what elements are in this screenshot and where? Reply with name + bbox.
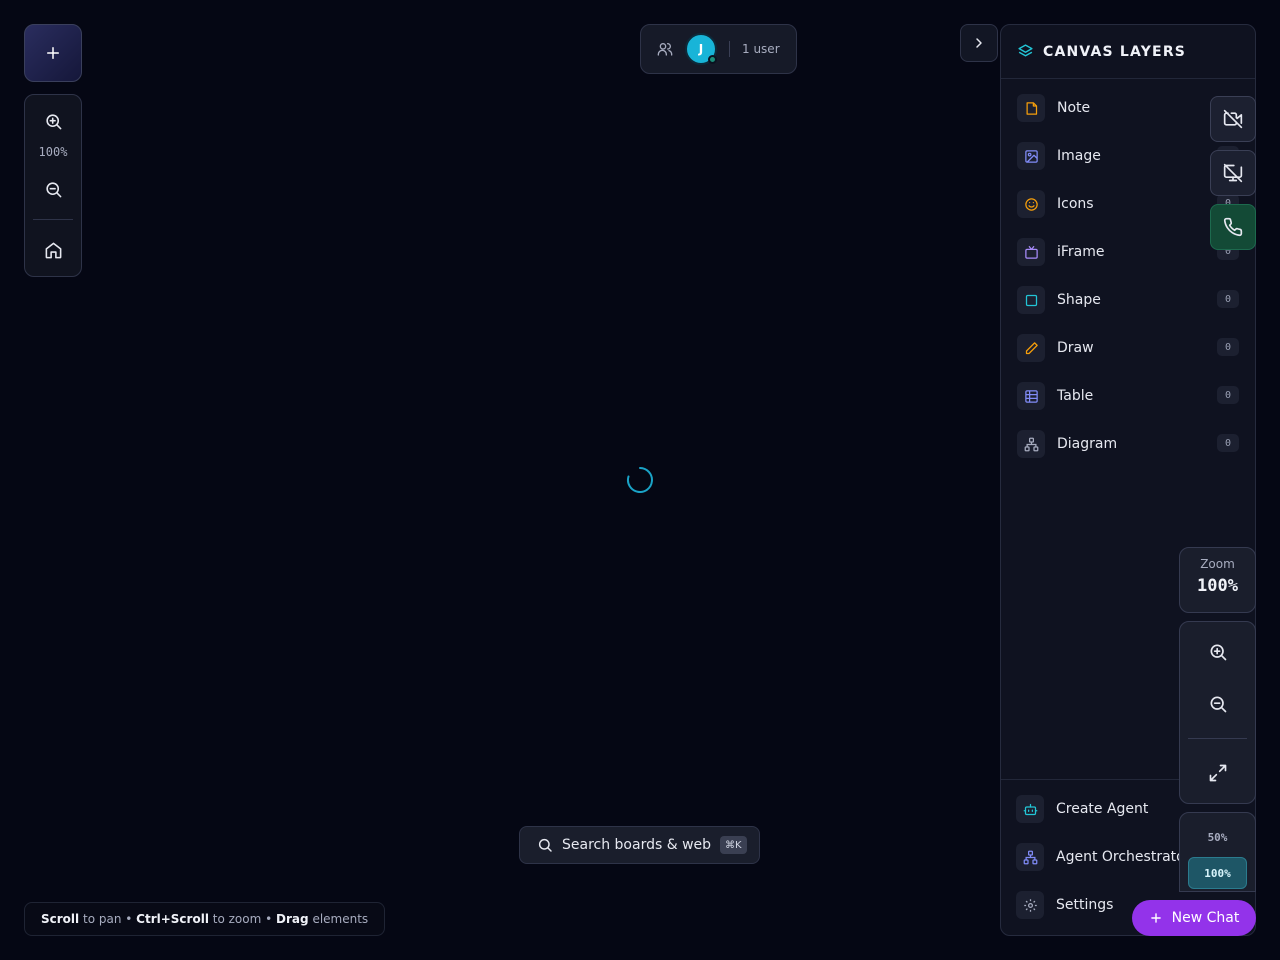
bot-icon	[1016, 795, 1044, 823]
toolbar-divider	[33, 219, 73, 220]
call-button[interactable]	[1210, 204, 1256, 250]
zoom-divider	[1188, 738, 1247, 739]
plus-icon	[47, 47, 59, 59]
presence-divider	[729, 41, 730, 57]
home-icon	[45, 242, 61, 258]
zoom-in-icon	[1210, 644, 1226, 661]
zoom-out-button[interactable]	[25, 169, 81, 209]
zoom-in-icon	[45, 113, 61, 129]
zoom-value: 100%	[1197, 576, 1238, 596]
zoom-readout: Zoom 100%	[1179, 547, 1256, 613]
online-status-dot	[708, 55, 717, 64]
panel-title: CANVAS LAYERS	[1043, 43, 1187, 60]
layer-diagram[interactable]: Diagram 0	[1017, 426, 1239, 462]
layer-label: Diagram	[1057, 436, 1118, 452]
layer-table[interactable]: Table 0	[1017, 378, 1239, 414]
layer-image[interactable]: Image 0	[1017, 138, 1239, 174]
search-icon	[538, 838, 552, 852]
diagram-icon	[1017, 430, 1045, 458]
chevron-right-icon	[976, 38, 982, 48]
search-shortcut: ⌘K	[720, 836, 747, 854]
pencil-icon	[1017, 334, 1045, 362]
canvas-hint: Scroll to pan • Ctrl+Scroll to zoom • Dr…	[24, 902, 385, 936]
zoom-label: Zoom	[1200, 557, 1235, 571]
layer-label: Table	[1057, 388, 1094, 404]
panel-header: CANVAS LAYERS	[1001, 25, 1255, 79]
search-boards-button[interactable]: Search boards & web ⌘K	[519, 826, 760, 864]
square-icon	[1017, 286, 1045, 314]
zoom-out-icon	[45, 181, 61, 197]
hint-drag-desc: elements	[312, 912, 369, 926]
image-icon	[1017, 142, 1045, 170]
zoom-preset-100[interactable]: 100%	[1188, 857, 1247, 889]
layer-iframe[interactable]: iFrame 0	[1017, 234, 1239, 270]
settings-label: Settings	[1056, 897, 1114, 913]
zoom-preset-50[interactable]: 50%	[1188, 821, 1247, 853]
zoom-controls	[1179, 621, 1256, 804]
layer-label: Image	[1057, 148, 1101, 164]
avatar-initial: J	[698, 42, 704, 56]
home-button[interactable]	[25, 230, 81, 270]
agent-orchestrator-button[interactable]: Agent Orchestrator	[1016, 843, 1190, 871]
phone-icon	[1223, 217, 1243, 237]
zoom-in-button[interactable]	[1180, 632, 1255, 672]
tv-icon	[1017, 238, 1045, 266]
hint-separator: •	[265, 912, 273, 926]
layer-count: 0	[1217, 338, 1239, 356]
video-off-icon	[1223, 109, 1243, 129]
camera-toggle-button[interactable]	[1210, 96, 1256, 142]
layer-label: Icons	[1057, 196, 1094, 212]
zoom-out-button[interactable]	[1180, 684, 1255, 724]
layer-label: Shape	[1057, 292, 1101, 308]
presence-indicator[interactable]: J 1 user	[640, 24, 797, 74]
maximize-icon	[1209, 764, 1226, 782]
plus-icon	[1150, 913, 1161, 923]
hint-ctrl-scroll-desc: to zoom	[212, 912, 262, 926]
layer-draw[interactable]: Draw 0	[1017, 330, 1239, 366]
user-count: 1 user	[742, 42, 780, 56]
layer-note[interactable]: Note 0	[1017, 90, 1239, 126]
layer-label: Note	[1057, 100, 1091, 116]
layer-count: 0	[1217, 290, 1239, 308]
smile-icon	[1017, 190, 1045, 218]
table-icon	[1017, 382, 1045, 410]
hint-separator: •	[125, 912, 133, 926]
layer-label: iFrame	[1057, 244, 1105, 260]
layer-shape[interactable]: Shape 0	[1017, 282, 1239, 318]
zoom-out-icon	[1210, 696, 1226, 713]
gear-icon	[1016, 891, 1044, 919]
network-icon	[1016, 843, 1044, 871]
layer-label: Draw	[1057, 340, 1094, 356]
hint-drag: Drag	[276, 912, 309, 926]
screen-share-off-icon	[1223, 163, 1243, 183]
screen-share-toggle-button[interactable]	[1210, 150, 1256, 196]
hint-scroll: Scroll	[41, 912, 80, 926]
zoom-percent: 100%	[38, 145, 68, 159]
create-agent-button[interactable]: Create Agent	[1016, 795, 1148, 823]
zoom-presets: 50% 100%	[1179, 812, 1256, 892]
spinner-icon	[627, 467, 653, 493]
layer-count: 0	[1217, 386, 1239, 404]
collapse-panel-button[interactable]	[960, 24, 998, 62]
agent-orchestrator-label: Agent Orchestrator	[1056, 849, 1191, 865]
settings-button[interactable]: Settings	[1016, 891, 1113, 919]
layer-count: 0	[1217, 434, 1239, 452]
layer-icons[interactable]: Icons 0	[1017, 186, 1239, 222]
zoom-toolbar: 100%	[24, 94, 82, 277]
zoom-in-button[interactable]	[25, 101, 81, 141]
new-chat-label: New Chat	[1171, 910, 1240, 926]
avatar[interactable]: J	[685, 33, 717, 65]
note-icon	[1017, 94, 1045, 122]
search-label: Search boards & web	[562, 837, 712, 853]
new-chat-button[interactable]: New Chat	[1132, 900, 1256, 936]
users-icon	[657, 43, 673, 56]
layers-icon	[1018, 44, 1033, 57]
fit-to-screen-button[interactable]	[1180, 753, 1255, 793]
hint-scroll-desc: to pan	[82, 912, 122, 926]
loading-spinner	[626, 466, 654, 494]
create-agent-label: Create Agent	[1056, 801, 1149, 817]
add-element-button[interactable]	[24, 24, 82, 82]
hint-ctrl-scroll: Ctrl+Scroll	[136, 912, 209, 926]
